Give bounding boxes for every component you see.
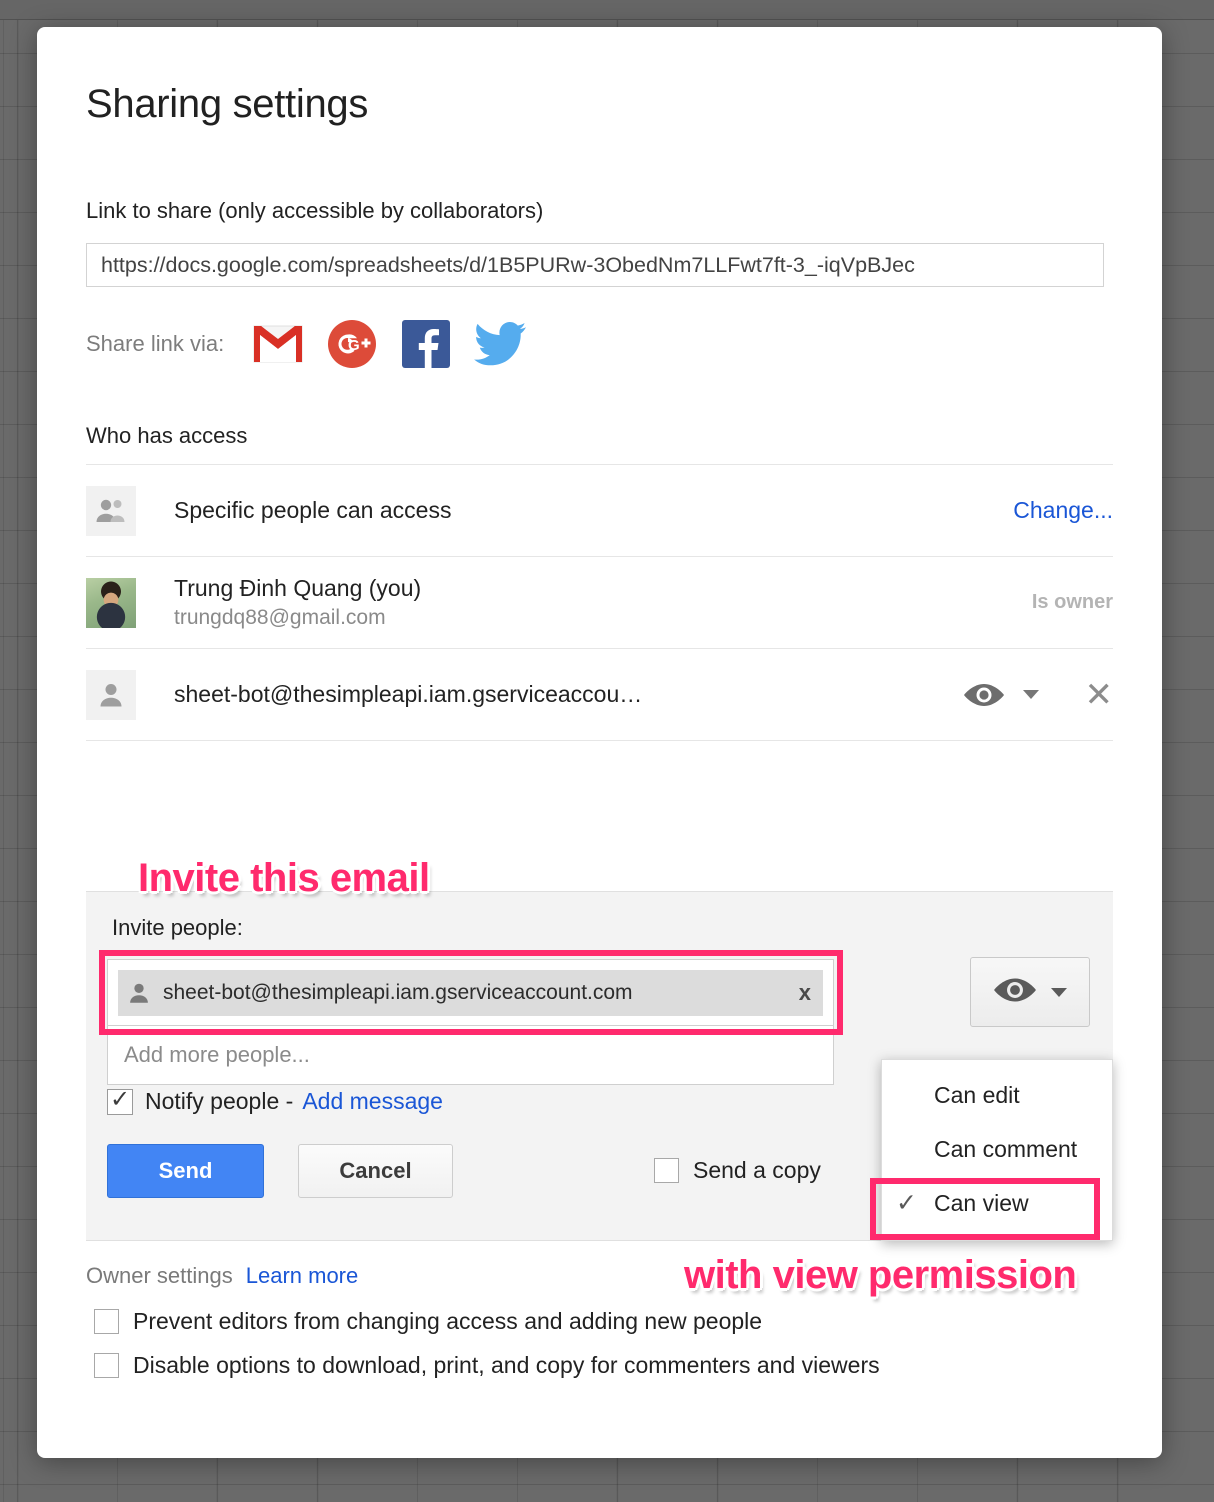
twitter-icon[interactable] — [474, 318, 527, 370]
send-a-copy-row: Send a copy — [654, 1157, 821, 1184]
menu-item-can-view[interactable]: ✓ Can view — [882, 1176, 1112, 1230]
facebook-icon[interactable] — [400, 318, 452, 370]
add-more-people-input[interactable] — [107, 1025, 834, 1085]
menu-item-label: Can edit — [934, 1081, 1020, 1108]
send-button[interactable]: Send — [107, 1144, 264, 1198]
notify-people-checkbox[interactable]: ✓ — [107, 1085, 133, 1115]
owner-settings-row: Owner settings Learn more — [86, 1263, 358, 1289]
learn-more-link[interactable]: Learn more — [246, 1263, 359, 1289]
google-plus-icon[interactable]: G — [326, 318, 378, 370]
notify-people-row: ✓ Notify people - Add message — [107, 1085, 443, 1115]
change-access-link[interactable]: Change... — [1013, 497, 1113, 524]
access-row-specific-people: Specific people can access Change... — [86, 465, 1113, 557]
invite-field-wrapper: sheet-bot@thesimpleapi.iam.gserviceaccou… — [107, 959, 834, 1085]
owner-setting-prevent-editors-row: Prevent editors from changing access and… — [94, 1308, 762, 1335]
menu-item-can-edit[interactable]: Can edit — [882, 1068, 1112, 1122]
invite-chip-email: sheet-bot@thesimpleapi.iam.gserviceaccou… — [163, 980, 633, 1004]
menu-item-label: Can view — [934, 1189, 1029, 1216]
avatar — [86, 577, 136, 628]
disable-download-label: Disable options to download, print, and … — [133, 1352, 880, 1378]
share-link-via-label: Share link via: — [86, 331, 225, 356]
send-a-copy-label: Send a copy — [693, 1157, 821, 1183]
who-has-access-heading: Who has access — [86, 423, 248, 448]
menu-item-can-comment[interactable]: Can comment — [882, 1122, 1112, 1176]
page-title: Sharing settings — [86, 82, 369, 126]
owner-name: Trung Đinh Quang (you) — [174, 575, 422, 601]
sharing-settings-dialog: Sharing settings Link to share (only acc… — [37, 27, 1162, 1458]
gmail-icon[interactable] — [252, 318, 304, 370]
notify-people-label: Notify people - — [145, 1088, 294, 1114]
remove-person-icon[interactable]: ✕ — [1085, 678, 1114, 712]
menu-item-label: Can comment — [934, 1135, 1078, 1162]
check-icon: ✓ — [896, 1189, 917, 1217]
person-icon — [86, 669, 136, 720]
prevent-editors-checkbox[interactable] — [94, 1309, 119, 1334]
add-message-link[interactable]: Add message — [302, 1088, 443, 1115]
chevron-down-icon[interactable] — [1022, 690, 1039, 699]
link-to-share-label: Link to share (only accessible by collab… — [86, 198, 544, 223]
invite-people-label: Invite people: — [112, 915, 243, 940]
send-a-copy-checkbox[interactable] — [654, 1158, 679, 1183]
eye-icon[interactable] — [963, 682, 1005, 708]
access-row-label: Specific people can access — [174, 497, 452, 523]
svg-text:G: G — [348, 337, 360, 354]
access-row-owner: Trung Đinh Quang (you) trungdq88@gmail.c… — [86, 557, 1113, 649]
check-icon: ✓ — [109, 1085, 131, 1113]
share-link-input[interactable] — [86, 243, 1104, 287]
remove-chip-icon[interactable]: x — [799, 980, 811, 1006]
permission-dropdown-button[interactable] — [970, 957, 1090, 1027]
owner-setting-disable-download-row: Disable options to download, print, and … — [94, 1352, 880, 1379]
is-owner-label: Is owner — [1031, 591, 1113, 613]
owner-email: trungdq88@gmail.com — [174, 606, 386, 629]
grid-column-header — [0, 0, 1214, 20]
service-account-email: sheet-bot@thesimpleapi.iam.gserviceaccou… — [174, 681, 643, 707]
person-icon — [128, 982, 150, 1004]
cancel-button[interactable]: Cancel — [298, 1144, 453, 1198]
invite-chip-row[interactable]: sheet-bot@thesimpleapi.iam.gserviceaccou… — [107, 959, 834, 1025]
eye-icon — [993, 976, 1037, 1009]
chevron-down-icon — [1051, 987, 1067, 997]
access-row-service-account: sheet-bot@thesimpleapi.iam.gserviceaccou… — [86, 649, 1113, 741]
people-icon — [86, 485, 136, 536]
share-link-via-row: Share link via: G — [86, 318, 1162, 370]
invite-chip[interactable]: sheet-bot@thesimpleapi.iam.gserviceaccou… — [118, 969, 823, 1016]
prevent-editors-label: Prevent editors from changing access and… — [133, 1308, 763, 1334]
permission-dropdown-menu: Can edit Can comment ✓ Can view — [870, 1059, 1113, 1241]
owner-settings-title: Owner settings — [86, 1263, 233, 1288]
disable-download-checkbox[interactable] — [94, 1353, 119, 1378]
